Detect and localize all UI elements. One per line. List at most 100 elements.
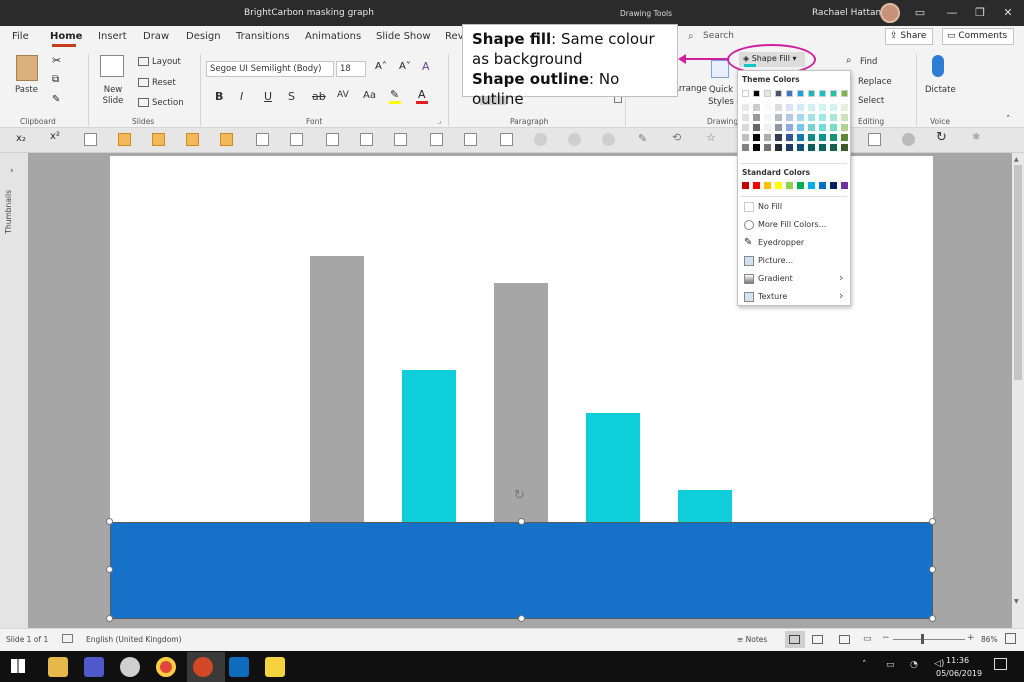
file-explorer-icon[interactable] xyxy=(48,657,68,677)
chart-bar-3[interactable] xyxy=(494,283,548,522)
tab-home[interactable]: Home xyxy=(50,31,82,42)
scroll-up-icon[interactable]: ▲ xyxy=(1014,156,1019,163)
underline-icon[interactable]: U xyxy=(264,90,272,103)
more-icon[interactable]: ✱ xyxy=(972,132,980,143)
copy-icon[interactable]: ⧉ xyxy=(52,74,59,85)
theme-shade-swatch[interactable] xyxy=(753,124,760,131)
theme-shade-swatch[interactable] xyxy=(742,134,749,141)
align-right-icon[interactable] xyxy=(326,133,339,146)
share-button[interactable]: ⇪ Share xyxy=(885,28,933,45)
resize-handle[interactable] xyxy=(106,566,113,573)
shadow-icon[interactable]: S xyxy=(288,90,295,103)
comments-button[interactable]: ▭ Comments xyxy=(942,28,1014,45)
theme-shade-swatch[interactable] xyxy=(841,144,848,151)
theme-shade-swatch[interactable] xyxy=(764,134,771,141)
theme-shade-swatch[interactable] xyxy=(808,114,815,121)
shapes-icon[interactable] xyxy=(902,133,915,146)
eyedropper-item[interactable]: Eyedropper xyxy=(758,238,804,247)
resize-handle[interactable] xyxy=(106,615,113,622)
resize-handle[interactable] xyxy=(929,518,936,525)
theme-shade-swatch[interactable] xyxy=(797,114,804,121)
theme-shade-swatch[interactable] xyxy=(841,114,848,121)
chart-bar-1[interactable] xyxy=(310,256,364,522)
align-bottom-icon[interactable] xyxy=(430,133,443,146)
gradient-item[interactable]: Gradient xyxy=(758,274,793,283)
find-button[interactable]: Find xyxy=(860,57,877,67)
theme-shade-swatch[interactable] xyxy=(819,134,826,141)
search-icon[interactable]: ⌕ xyxy=(688,31,694,42)
star-icon[interactable]: ☆ xyxy=(706,131,716,144)
texture-item[interactable]: Texture xyxy=(758,292,787,301)
merge-union-icon[interactable] xyxy=(534,133,547,146)
tab-animations[interactable]: Animations xyxy=(305,31,361,42)
theme-swatch[interactable] xyxy=(819,90,826,97)
theme-shade-swatch[interactable] xyxy=(775,144,782,151)
tab-file[interactable]: File xyxy=(12,31,29,42)
select-button[interactable]: Select xyxy=(858,96,884,106)
zoom-level[interactable]: 86% xyxy=(981,635,998,644)
theme-shade-swatch[interactable] xyxy=(775,134,782,141)
theme-shade-swatch[interactable] xyxy=(764,124,771,131)
char-spacing-icon[interactable]: AV xyxy=(337,90,349,100)
font-color-icon[interactable]: A xyxy=(418,88,426,101)
theme-shade-swatch[interactable] xyxy=(753,144,760,151)
tab-slide-show[interactable]: Slide Show xyxy=(376,31,431,42)
shrink-font-icon[interactable]: A˅ xyxy=(399,61,411,72)
microphone-icon[interactable] xyxy=(932,55,944,77)
network-icon[interactable]: ◔ xyxy=(910,660,918,670)
replace-button[interactable]: Replace xyxy=(858,77,892,87)
theme-swatch[interactable] xyxy=(786,90,793,97)
battery-icon[interactable]: ▭ xyxy=(886,660,895,670)
theme-shade-swatch[interactable] xyxy=(830,104,837,111)
theme-shade-swatch[interactable] xyxy=(797,104,804,111)
standard-swatch[interactable] xyxy=(742,182,749,189)
font-size-select[interactable]: 18 xyxy=(336,61,366,77)
theme-shade-swatch[interactable] xyxy=(808,124,815,131)
zoom-out-icon[interactable]: − xyxy=(882,633,890,643)
collapse-ribbon-icon[interactable]: ˄ xyxy=(1006,115,1011,125)
theme-shade-swatch[interactable] xyxy=(753,114,760,121)
volume-icon[interactable]: ◁) xyxy=(934,659,944,669)
superscript-icon[interactable]: x² xyxy=(50,131,60,142)
theme-shade-swatch[interactable] xyxy=(819,104,826,111)
theme-shade-swatch[interactable] xyxy=(830,114,837,121)
theme-shade-swatch[interactable] xyxy=(797,144,804,151)
theme-shade-swatch[interactable] xyxy=(808,104,815,111)
theme-swatch[interactable] xyxy=(753,90,760,97)
distribute-v-icon[interactable] xyxy=(500,133,513,146)
theme-shade-swatch[interactable] xyxy=(786,144,793,151)
resize-handle[interactable] xyxy=(106,518,113,525)
user-name[interactable]: Rachael Hattam xyxy=(812,8,884,18)
quick-styles-icon[interactable] xyxy=(711,60,729,78)
theme-shade-swatch[interactable] xyxy=(764,114,771,121)
rotate-handle-icon[interactable]: ↻ xyxy=(514,488,525,503)
theme-shade-swatch[interactable] xyxy=(775,104,782,111)
distribute-h-icon[interactable] xyxy=(464,133,477,146)
theme-shade-swatch[interactable] xyxy=(764,144,771,151)
chart-bar-5[interactable] xyxy=(678,490,732,522)
avatar[interactable] xyxy=(880,3,900,23)
standard-swatch[interactable] xyxy=(830,182,837,189)
subscript-icon[interactable]: x₂ xyxy=(16,133,26,144)
chevron-up-icon[interactable]: ˄ xyxy=(862,660,867,670)
theme-shade-swatch[interactable] xyxy=(775,124,782,131)
chart-bar-4[interactable] xyxy=(586,413,640,522)
change-case-icon[interactable]: Aa xyxy=(363,90,376,101)
bring-forward-icon[interactable] xyxy=(186,133,199,146)
zoom-slider[interactable] xyxy=(893,639,965,640)
theme-shade-swatch[interactable] xyxy=(830,124,837,131)
scroll-down-icon[interactable]: ▼ xyxy=(1014,598,1019,605)
standard-swatch[interactable] xyxy=(764,182,771,189)
group-objects-icon[interactable] xyxy=(118,133,131,146)
reading-view-icon[interactable] xyxy=(839,635,850,644)
theme-shade-swatch[interactable] xyxy=(753,104,760,111)
quick-styles-button[interactable]: Quick Styles xyxy=(705,84,737,108)
tab-design[interactable]: Design xyxy=(186,31,221,42)
align-middle-icon[interactable] xyxy=(394,133,407,146)
theme-shade-swatch[interactable] xyxy=(797,134,804,141)
reset-button[interactable]: Reset xyxy=(152,78,176,88)
theme-swatch[interactable] xyxy=(797,90,804,97)
theme-shade-swatch[interactable] xyxy=(786,114,793,121)
picture-item[interactable]: Picture... xyxy=(758,256,793,265)
theme-swatch[interactable] xyxy=(764,90,771,97)
